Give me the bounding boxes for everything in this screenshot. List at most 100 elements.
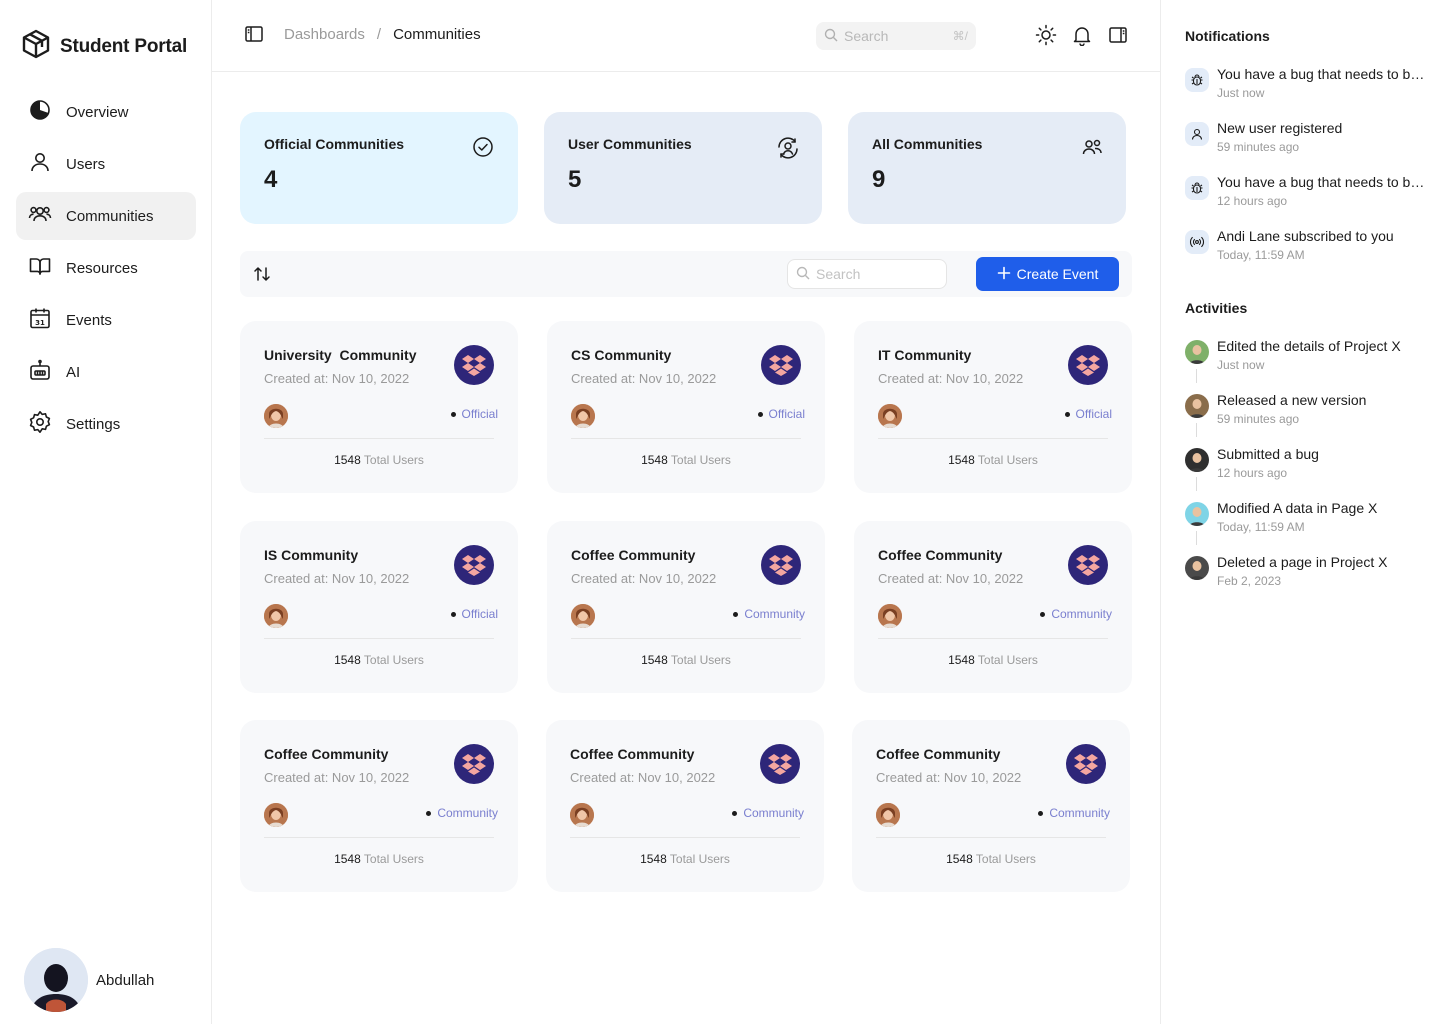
users-group-icon xyxy=(1080,136,1102,158)
community-card[interactable]: Coffee Community Created at: Nov 10, 202… xyxy=(854,521,1132,693)
panel-toggle-icon[interactable] xyxy=(1107,24,1129,46)
badge-label: Official xyxy=(768,407,805,421)
filter-toolbar: Search Create Event xyxy=(240,251,1132,297)
total-users: 1548 Total Users xyxy=(854,653,1132,667)
right-panel: Notifications You have a bug that needs … xyxy=(1160,0,1440,1024)
community-created-date: Created at: Nov 10, 2022 xyxy=(878,571,1024,586)
activity-avatar xyxy=(1185,340,1209,364)
timeline-connector xyxy=(1196,477,1197,491)
activity-item[interactable]: Modified A data in Page X Today, 11:59 A… xyxy=(1185,500,1425,544)
create-event-button[interactable]: Create Event xyxy=(976,257,1119,291)
notification-item[interactable]: You have a bug that needs to be fixed Ju… xyxy=(1185,66,1425,110)
stat-value: 5 xyxy=(568,166,582,193)
sidebar-item-settings[interactable]: Settings xyxy=(16,400,196,448)
stat-user-communities: User Communities 5 xyxy=(544,112,822,224)
search-icon xyxy=(824,28,838,45)
community-title: Coffee Community xyxy=(876,746,1001,762)
card-divider xyxy=(571,638,801,639)
sort-arrows-icon[interactable] xyxy=(252,264,272,284)
community-card[interactable]: IT Community Created at: Nov 10, 2022 Of… xyxy=(854,321,1132,493)
community-card[interactable]: Coffee Community Created at: Nov 10, 202… xyxy=(546,720,824,892)
community-created-date: Created at: Nov 10, 2022 xyxy=(264,371,410,386)
notifications-title: Notifications xyxy=(1185,28,1270,44)
total-users: 1548 Total Users xyxy=(547,453,825,467)
notification-item[interactable]: Andi Lane subscribed to you Today, 11:59… xyxy=(1185,228,1425,272)
activity-avatar xyxy=(1185,448,1209,472)
community-type-badge: Community xyxy=(1040,607,1112,621)
avatar xyxy=(24,948,88,1012)
activity-item[interactable]: Deleted a page in Project X Feb 2, 2023 xyxy=(1185,554,1425,598)
bell-icon[interactable] xyxy=(1071,24,1093,47)
total-users-count: 1548 xyxy=(641,453,668,467)
total-users-count: 1548 xyxy=(334,653,361,667)
community-card[interactable]: Coffee Community Created at: Nov 10, 202… xyxy=(852,720,1130,892)
top-search-input[interactable]: Search ⌘/ xyxy=(816,22,976,50)
community-logo-icon xyxy=(454,345,494,385)
total-users-label: Total Users xyxy=(363,453,424,467)
total-users: 1548 Total Users xyxy=(852,852,1130,866)
user-profile[interactable]: Abdullah xyxy=(24,948,154,1012)
community-type-badge: Community xyxy=(1038,806,1110,820)
community-type-badge: Official xyxy=(450,607,498,621)
sidebar-item-overview[interactable]: Overview xyxy=(16,88,196,136)
logo-cube-icon xyxy=(20,28,52,65)
total-users-count: 1548 xyxy=(946,852,973,866)
community-type-badge: Official xyxy=(450,407,498,421)
notification-item[interactable]: You have a bug that needs to be fixed 12… xyxy=(1185,174,1425,218)
notification-time: 12 hours ago xyxy=(1217,194,1288,208)
sidebar-toggle-icon[interactable] xyxy=(244,24,264,44)
activity-item[interactable]: Released a new version 59 minutes ago xyxy=(1185,392,1425,436)
badge-label: Community xyxy=(743,806,804,820)
total-users: 1548 Total Users xyxy=(547,653,825,667)
community-type-badge: Community xyxy=(732,806,804,820)
community-type-badge: Official xyxy=(757,407,805,421)
community-type-badge: Community xyxy=(733,607,805,621)
status-dot-icon xyxy=(450,411,456,417)
activity-avatar xyxy=(1185,502,1209,526)
overview-pie-icon xyxy=(28,98,52,126)
community-title: Coffee Community xyxy=(264,746,389,762)
total-users-label: Total Users xyxy=(977,653,1038,667)
community-type-badge: Community xyxy=(426,806,498,820)
community-card[interactable]: CS Community Created at: Nov 10, 2022 Of… xyxy=(547,321,825,493)
activity-item[interactable]: Edited the details of Project X Just now xyxy=(1185,338,1425,382)
sidebar-item-communities[interactable]: Communities xyxy=(16,192,196,240)
community-card[interactable]: Coffee Community Created at: Nov 10, 202… xyxy=(547,521,825,693)
community-search-input[interactable]: Search xyxy=(787,259,947,289)
card-divider xyxy=(876,837,1106,838)
card-divider xyxy=(878,638,1108,639)
total-users-count: 1548 xyxy=(640,852,667,866)
profile-name: Abdullah xyxy=(96,971,155,989)
activity-time: Just now xyxy=(1217,358,1265,372)
sidebar-item-resources[interactable]: Resources xyxy=(16,244,196,292)
theme-sun-icon[interactable] xyxy=(1035,24,1057,46)
community-title: Coffee Community xyxy=(571,547,696,563)
community-title: CS Community xyxy=(571,347,672,363)
sidebar-item-users[interactable]: Users xyxy=(16,140,196,188)
community-card[interactable]: Coffee Community Created at: Nov 10, 202… xyxy=(240,720,518,892)
total-users: 1548 Total Users xyxy=(240,852,518,866)
notification-item[interactable]: New user registered 59 minutes ago xyxy=(1185,120,1425,164)
sidebar-item-label: Users xyxy=(66,155,106,173)
badge-label: Official xyxy=(461,407,498,421)
member-avatar xyxy=(264,404,288,428)
community-card[interactable]: IS Community Created at: Nov 10, 2022 Of… xyxy=(240,521,518,693)
badge-label: Community xyxy=(1051,607,1112,621)
status-dot-icon xyxy=(1038,810,1044,816)
total-users: 1548 Total Users xyxy=(854,453,1132,467)
brand[interactable]: Student Portal xyxy=(20,28,187,65)
member-avatar xyxy=(264,803,288,827)
total-users-label: Total Users xyxy=(977,453,1038,467)
activity-item[interactable]: Submitted a bug 12 hours ago xyxy=(1185,446,1425,490)
sidebar-item-label: Overview xyxy=(66,103,129,121)
sidebar-item-events[interactable]: 31 Events xyxy=(16,296,196,344)
users-group-icon xyxy=(28,202,52,230)
breadcrumb-current: Communities xyxy=(393,26,481,43)
breadcrumb-dashboards[interactable]: Dashboards xyxy=(284,26,365,43)
search-shortcut: ⌘/ xyxy=(952,29,968,43)
sidebar-item-ai[interactable]: AI xyxy=(16,348,196,396)
community-logo-icon xyxy=(454,744,494,784)
badge-label: Community xyxy=(437,806,498,820)
member-avatar xyxy=(878,604,902,628)
community-card[interactable]: University Community Created at: Nov 10,… xyxy=(240,321,518,493)
